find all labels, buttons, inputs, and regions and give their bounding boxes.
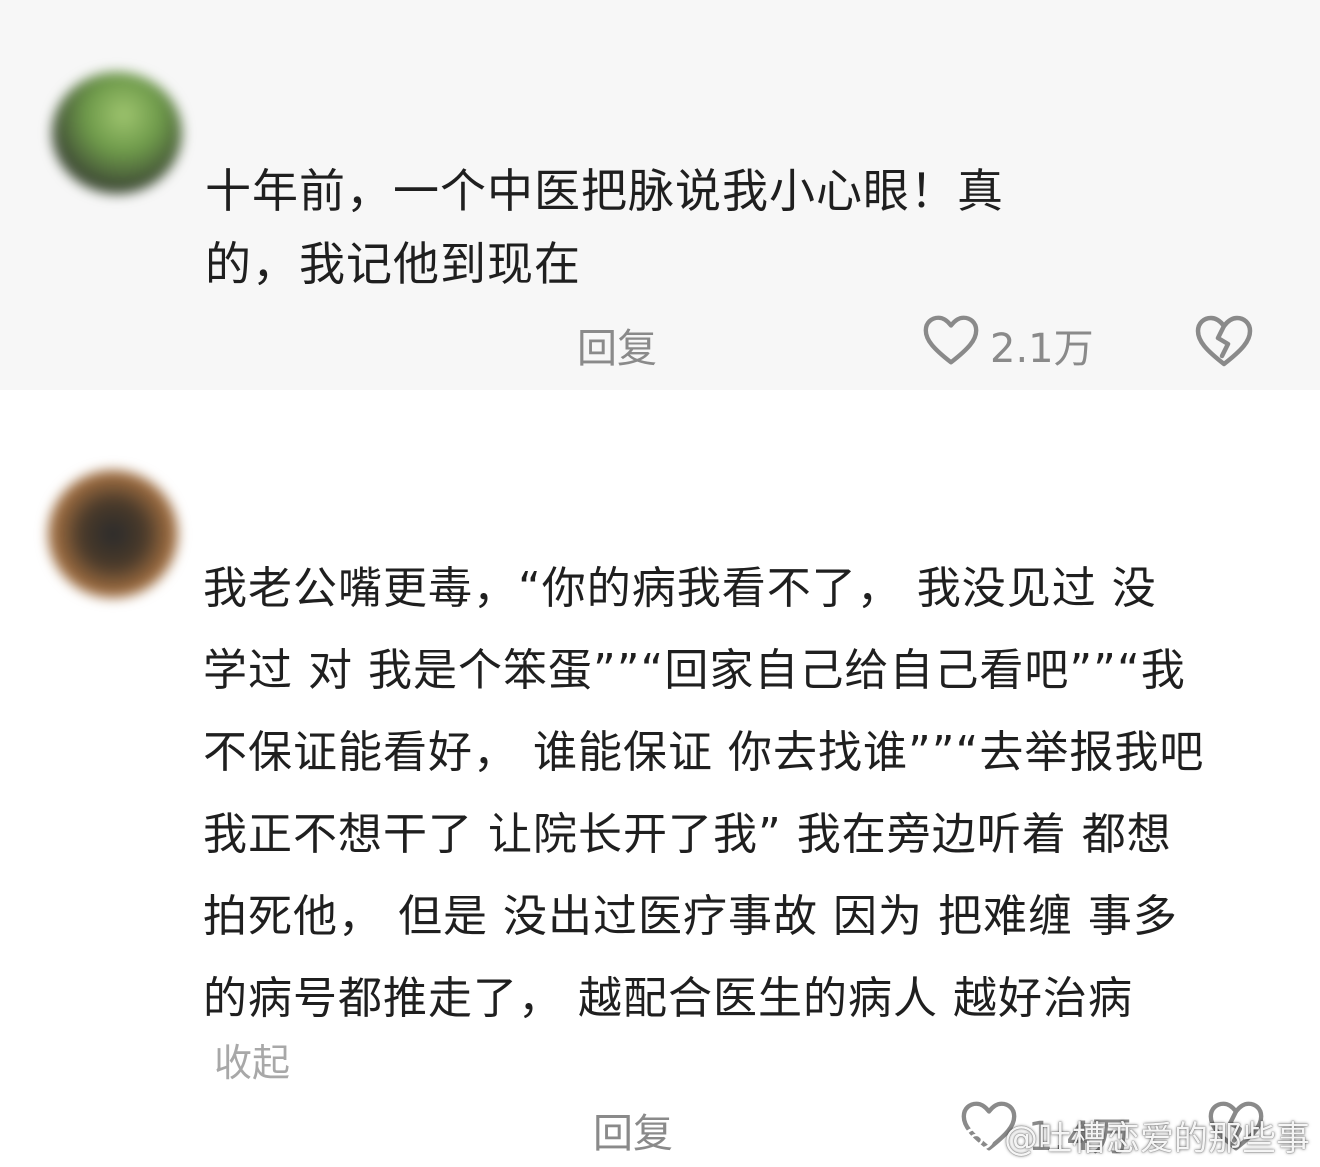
reply-button[interactable]: 回复 (593, 1101, 673, 1159)
comment-2-text-line: 拍死他， 但是 没出过医疗事故 因为 把难缠 事多 (203, 891, 1178, 942)
heart-outline-icon[interactable] (920, 310, 982, 372)
avatar[interactable] (52, 72, 182, 194)
comment-2-text-line: 我老公嘴更毒，“你的病我看不了， 我没见过 没 (203, 563, 1157, 614)
watermark: @吐槽恋爱的那些事 (962, 1110, 1310, 1160)
like-count: 2.1万 (990, 326, 1094, 372)
broken-heart-icon[interactable] (1192, 310, 1256, 374)
collapse-button[interactable]: 收起 (214, 1032, 290, 1087)
weibo-logo-icon (962, 1120, 1000, 1151)
comment-2-text-line: 学过 对 我是个笨蛋””“回家自己给自己看吧””“我 (203, 645, 1186, 696)
avatar[interactable] (48, 470, 178, 598)
reply-button[interactable]: 回复 (577, 316, 657, 374)
comment-1-text-line: 十年前，一个中医把脉说我小心眼！真 (205, 164, 1004, 218)
comment-2-text-line: 不保证能看好， 谁能保证 你去找谁””“去举报我吧 (203, 727, 1205, 778)
comment-1-text-line: 的，我记他到现在 (205, 237, 581, 291)
comment-thread: 十年前，一个中医把脉说我小心眼！真 的，我记他到现在 回复 2.1万 我老公嘴更… (0, 0, 1320, 1167)
comment-2-text-line: 的病号都推走了， 越配合医生的病人 越好治病 (203, 973, 1133, 1024)
watermark-text: @吐槽恋爱的那些事 (1004, 1118, 1310, 1159)
comment-2-text-line: 我正不想干了 让院长开了我” 我在旁边听着 都想 (203, 809, 1172, 860)
